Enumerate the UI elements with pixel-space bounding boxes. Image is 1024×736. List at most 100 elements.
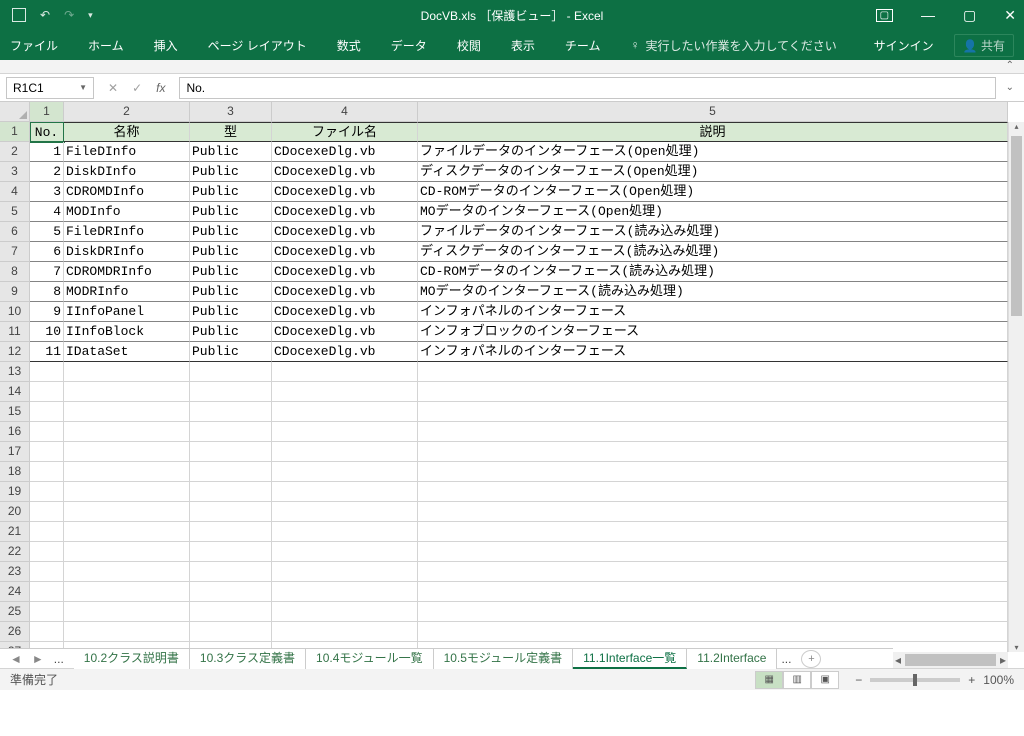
cell[interactable]: Public (190, 142, 272, 162)
sheet-tab[interactable]: 11.1Interface一覧 (573, 649, 687, 669)
sheet-tab[interactable]: 10.2クラス説明書 (74, 649, 190, 669)
view-pagebreak-icon[interactable]: ▣ (811, 671, 839, 689)
cell[interactable]: 7 (30, 262, 64, 282)
cell[interactable]: Public (190, 222, 272, 242)
cell[interactable]: ディスクデータのインターフェース(Open処理) (418, 162, 1008, 182)
cell[interactable] (272, 402, 418, 422)
col-header-5[interactable]: 5 (418, 102, 1008, 121)
zoom-in-button[interactable]: + (968, 673, 975, 687)
cell[interactable] (64, 402, 190, 422)
cell[interactable]: 1 (30, 142, 64, 162)
cell[interactable]: Public (190, 262, 272, 282)
cell[interactable]: 9 (30, 302, 64, 322)
cell[interactable] (190, 362, 272, 382)
cell[interactable] (30, 402, 64, 422)
row-header-14[interactable]: 14 (0, 382, 29, 402)
cell[interactable] (272, 582, 418, 602)
row-header-21[interactable]: 21 (0, 522, 29, 542)
cell[interactable] (190, 402, 272, 422)
cell[interactable] (418, 502, 1008, 522)
cell[interactable] (272, 382, 418, 402)
cell[interactable] (30, 542, 64, 562)
cell[interactable] (190, 482, 272, 502)
cell[interactable]: 11 (30, 342, 64, 362)
tab-insert[interactable]: 挿入 (154, 37, 178, 54)
scroll-thumb[interactable] (905, 654, 996, 666)
cell[interactable]: FileDRInfo (64, 222, 190, 242)
close-icon[interactable]: ✕ (1004, 7, 1016, 24)
cell[interactable] (272, 422, 418, 442)
row-header-25[interactable]: 25 (0, 602, 29, 622)
tell-me[interactable]: ♀実行したい作業を入力してください (630, 37, 836, 54)
row-header-12[interactable]: 12 (0, 342, 29, 362)
cell[interactable]: 3 (30, 182, 64, 202)
row-header-16[interactable]: 16 (0, 422, 29, 442)
row-header-9[interactable]: 9 (0, 282, 29, 302)
tab-review[interactable]: 校閲 (457, 37, 481, 54)
cell[interactable]: MODRInfo (64, 282, 190, 302)
cell[interactable]: Public (190, 342, 272, 362)
cell[interactable]: CDROMDRInfo (64, 262, 190, 282)
cell[interactable]: 10 (30, 322, 64, 342)
cell[interactable]: 型 (190, 122, 272, 142)
view-pagelayout-icon[interactable]: ▥ (783, 671, 811, 689)
cell[interactable] (30, 482, 64, 502)
cell[interactable] (190, 502, 272, 522)
cell[interactable]: CD-ROMデータのインターフェース(読み込み処理) (418, 262, 1008, 282)
row-header-6[interactable]: 6 (0, 222, 29, 242)
cell[interactable]: CDocexeDlg.vb (272, 202, 418, 222)
cell[interactable] (272, 562, 418, 582)
cell[interactable] (272, 622, 418, 642)
zoom-level[interactable]: 100% (983, 673, 1014, 687)
cell[interactable] (30, 462, 64, 482)
cell[interactable]: Public (190, 322, 272, 342)
tab-data[interactable]: データ (391, 37, 427, 54)
cell[interactable] (64, 382, 190, 402)
cell[interactable]: CD-ROMデータのインターフェース(Open処理) (418, 182, 1008, 202)
col-header-4[interactable]: 4 (272, 102, 418, 121)
row-header-18[interactable]: 18 (0, 462, 29, 482)
row-header-17[interactable]: 17 (0, 442, 29, 462)
cell[interactable]: MODInfo (64, 202, 190, 222)
cell[interactable] (418, 362, 1008, 382)
cell[interactable] (30, 622, 64, 642)
redo-icon[interactable]: ↷ (64, 8, 74, 22)
cell[interactable] (272, 542, 418, 562)
cell[interactable] (30, 602, 64, 622)
cell[interactable] (272, 482, 418, 502)
ribbon-collapse-bar[interactable]: ⌃ (0, 60, 1024, 74)
cell[interactable] (64, 542, 190, 562)
cell[interactable] (272, 602, 418, 622)
tab-pagelayout[interactable]: ページ レイアウト (208, 37, 307, 54)
tab-view[interactable]: 表示 (511, 37, 535, 54)
cell[interactable]: 名称 (64, 122, 190, 142)
cell[interactable]: MOデータのインターフェース(読み込み処理) (418, 282, 1008, 302)
cell[interactable]: 4 (30, 202, 64, 222)
cell[interactable] (190, 382, 272, 402)
cell[interactable]: Public (190, 162, 272, 182)
add-sheet-icon[interactable]: + (801, 650, 821, 668)
cell[interactable]: CDROMDInfo (64, 182, 190, 202)
row-header-1[interactable]: 1 (0, 122, 29, 142)
cell[interactable] (30, 422, 64, 442)
cell[interactable]: FileDInfo (64, 142, 190, 162)
formula-input[interactable]: No. (179, 77, 995, 99)
cell[interactable] (418, 442, 1008, 462)
cell[interactable] (418, 542, 1008, 562)
cell[interactable]: CDocexeDlg.vb (272, 342, 418, 362)
share-button[interactable]: 👤 共有 (954, 34, 1014, 57)
cell[interactable] (190, 462, 272, 482)
cell[interactable] (190, 442, 272, 462)
cell[interactable] (30, 382, 64, 402)
cell[interactable] (30, 582, 64, 602)
cell[interactable]: 6 (30, 242, 64, 262)
cell[interactable]: IDataSet (64, 342, 190, 362)
save-icon[interactable] (12, 8, 26, 22)
cell[interactable]: CDocexeDlg.vb (272, 222, 418, 242)
cell-area[interactable]: No.名称型ファイル名説明1FileDInfoPublicCDocexeDlg.… (30, 122, 1008, 652)
cell[interactable] (64, 622, 190, 642)
cell[interactable] (190, 562, 272, 582)
select-all-corner[interactable] (0, 102, 30, 122)
cell[interactable]: ファイル名 (272, 122, 418, 142)
cell[interactable]: CDocexeDlg.vb (272, 142, 418, 162)
